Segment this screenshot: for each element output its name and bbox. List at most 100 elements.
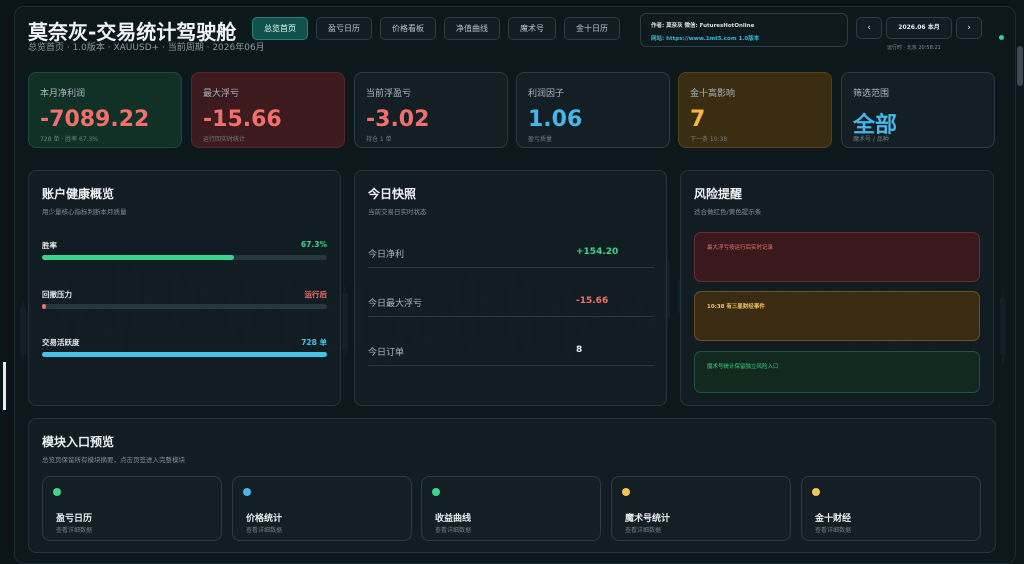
page-subtitle: 总览首页 · 1.0版本 · XAUUSD+ · 当前周期 · 2026年06月 bbox=[28, 43, 265, 53]
metric-label: 交易活跃度 bbox=[42, 338, 80, 347]
progress-fill bbox=[42, 352, 327, 357]
progress-fill bbox=[42, 255, 234, 260]
snapshot-value: 8 bbox=[576, 345, 583, 355]
tab-magic-number[interactable]: 魔术号 bbox=[508, 17, 556, 40]
snapshot-row-net-profit: 今日净利 +154.20 bbox=[368, 243, 654, 268]
alert-max-floating-loss: 最大浮亏按运行后实时记录 bbox=[694, 232, 980, 282]
kpi-sub: 728 单 · 胜率 67.3% bbox=[40, 136, 99, 143]
module-card-price-stats[interactable]: 价格统计 查看详细数据 bbox=[232, 476, 412, 541]
panel-subtitle: 当前交易日实时状态 bbox=[368, 208, 427, 216]
metric-label: 胜率 bbox=[42, 241, 57, 250]
kpi-label: 金十高影响 bbox=[690, 89, 736, 99]
account-health-panel: 账户健康概览 用少量核心指标判断本月质量 胜率 67.3% 回撤压力 运行后 交… bbox=[28, 170, 341, 406]
kpi-sub: 持仓 1 单 bbox=[366, 136, 392, 143]
panel-title: 模块入口预览 bbox=[42, 435, 115, 449]
kpi-label: 当前浮盈亏 bbox=[366, 89, 412, 99]
alert-text: 魔术号统计保留独立风险入口 bbox=[707, 364, 779, 370]
module-name: 金十财经 bbox=[815, 514, 852, 524]
module-card-pnl-calendar[interactable]: 盈亏日历 查看详细数据 bbox=[42, 476, 222, 541]
metric-value: 728 单 bbox=[301, 338, 327, 347]
chevron-right-icon: › bbox=[967, 23, 971, 33]
panel-subtitle: 适合做红色/黄色提示条 bbox=[694, 208, 762, 216]
module-sub: 查看详细数据 bbox=[625, 527, 662, 534]
panel-title: 风险提醒 bbox=[694, 187, 743, 201]
kpi-label: 最大浮亏 bbox=[203, 89, 240, 99]
today-snapshot-panel: 今日快照 当前交易日实时状态 今日净利 +154.20 今日最大浮亏 -15.6… bbox=[354, 170, 667, 406]
panel-title: 今日快照 bbox=[368, 187, 417, 201]
module-name: 魔术号统计 bbox=[625, 514, 671, 524]
alert-magic-number-entry: 魔术号统计保留独立风险入口 bbox=[694, 351, 980, 393]
author-line: 作者: 莫奈灰 微信: FuturesHotOnline bbox=[651, 23, 755, 29]
panel-subtitle: 总览页保留所有模块摘要，点击页签进入完整模块 bbox=[42, 456, 185, 464]
left-edge-marker bbox=[3, 362, 6, 410]
status-dot-icon bbox=[53, 488, 61, 496]
snapshot-label: 今日订单 bbox=[368, 348, 405, 358]
module-name: 盈亏日历 bbox=[56, 514, 93, 524]
tab-price-board[interactable]: 价格看板 bbox=[380, 17, 436, 40]
progress-track bbox=[42, 304, 327, 309]
kpi-value: -3.02 bbox=[366, 107, 430, 132]
module-card-magic-number[interactable]: 魔术号统计 查看详细数据 bbox=[611, 476, 791, 541]
tab-jin10-calendar[interactable]: 金十日历 bbox=[564, 17, 620, 40]
tab-equity-curve[interactable]: 净值曲线 bbox=[444, 17, 500, 40]
module-preview-panel: 模块入口预览 总览页保留所有模块摘要，点击页签进入完整模块 盈亏日历 查看详细数… bbox=[28, 418, 996, 553]
online-status-icon bbox=[999, 35, 1004, 40]
kpi-jin10-high-impact: 金十高影响 7 下一条 10:38 bbox=[678, 72, 832, 148]
status-dot-icon bbox=[432, 488, 440, 496]
prev-month-button[interactable]: ‹ bbox=[856, 17, 882, 39]
kpi-max-floating-loss: 最大浮亏 -15.66 运行回实时统计 bbox=[191, 72, 345, 148]
snapshot-value: +154.20 bbox=[576, 247, 619, 257]
module-name: 价格统计 bbox=[246, 514, 283, 524]
risk-alerts-panel: 风险提醒 适合做红色/黄色提示条 最大浮亏按运行后实时记录 10:38 有三星财… bbox=[680, 170, 994, 406]
panel-title: 账户健康概览 bbox=[42, 187, 115, 201]
module-card-jin10-finance[interactable]: 金十财经 查看详细数据 bbox=[801, 476, 981, 541]
kpi-sub: 下一条 10:38 bbox=[690, 136, 728, 143]
tab-overview[interactable]: 总览首页 bbox=[252, 17, 308, 40]
next-month-button[interactable]: › bbox=[956, 17, 982, 39]
kpi-current-floating-pnl: 当前浮盈亏 -3.02 持仓 1 单 bbox=[354, 72, 508, 148]
scrollbar-thumb[interactable] bbox=[1017, 46, 1023, 86]
kpi-value: -7089.22 bbox=[40, 107, 150, 132]
alert-text: 10:38 有三星财经事件 bbox=[707, 304, 765, 310]
kpi-label: 利润因子 bbox=[528, 89, 565, 99]
module-sub: 查看详细数据 bbox=[56, 527, 93, 534]
tab-pnl-calendar[interactable]: 盈亏日历 bbox=[316, 17, 372, 40]
progress-track bbox=[42, 352, 327, 357]
snapshot-value: -15.66 bbox=[576, 296, 609, 306]
module-card-equity-curve[interactable]: 收益曲线 查看详细数据 bbox=[421, 476, 601, 541]
scrollbar[interactable] bbox=[1016, 0, 1024, 564]
kpi-value: 7 bbox=[690, 107, 706, 132]
module-name: 收益曲线 bbox=[435, 514, 472, 524]
kpi-filter-scope[interactable]: 筛选范围 全部 魔术号 / 品种 bbox=[841, 72, 995, 148]
snapshot-row-max-floating-loss: 今日最大浮亏 -15.66 bbox=[368, 292, 654, 317]
nav-tabs: 总览首页 盈亏日历 价格看板 净值曲线 魔术号 金十日历 bbox=[252, 17, 620, 40]
kpi-monthly-net-profit: 本月净利润 -7089.22 728 单 · 胜率 67.3% bbox=[28, 72, 182, 148]
chevron-left-icon: ‹ bbox=[867, 23, 871, 33]
snapshot-label: 今日净利 bbox=[368, 250, 405, 260]
panel-subtitle: 用少量核心指标判断本月质量 bbox=[42, 208, 127, 216]
alert-text: 最大浮亏按运行后实时记录 bbox=[707, 245, 774, 251]
website-line[interactable]: 网站: https://www.1mt5.com 1.0版本 bbox=[651, 34, 759, 42]
kpi-sub: 运行回实时统计 bbox=[203, 136, 246, 143]
kpi-sub: 魔术号 / 品种 bbox=[853, 136, 889, 143]
progress-track bbox=[42, 255, 327, 260]
kpi-profit-factor: 利润因子 1.06 盈亏质量 bbox=[516, 72, 670, 148]
kpi-label: 本月净利润 bbox=[40, 89, 86, 99]
metric-value: 67.3% bbox=[300, 240, 327, 249]
snapshot-label: 今日最大浮亏 bbox=[368, 299, 423, 309]
kpi-value: 1.06 bbox=[528, 107, 583, 132]
module-sub: 查看详细数据 bbox=[246, 527, 283, 534]
snapshot-row-orders: 今日订单 8 bbox=[368, 341, 654, 366]
metric-label: 回撤压力 bbox=[42, 290, 72, 299]
current-month-label[interactable]: 2026.06 本月 bbox=[886, 17, 952, 39]
kpi-value: -15.66 bbox=[203, 107, 282, 132]
kpi-label: 筛选范围 bbox=[853, 89, 890, 99]
module-sub: 查看详细数据 bbox=[815, 527, 852, 534]
module-sub: 查看详细数据 bbox=[435, 527, 472, 534]
alert-finance-event: 10:38 有三星财经事件 bbox=[694, 291, 980, 341]
progress-fill bbox=[42, 304, 47, 309]
metric-value: 运行后 bbox=[304, 290, 328, 299]
author-info-box: 作者: 莫奈灰 微信: FuturesHotOnline 网站: https:/… bbox=[640, 13, 848, 47]
status-dot-icon bbox=[812, 488, 820, 496]
kpi-sub: 盈亏质量 bbox=[528, 136, 553, 143]
